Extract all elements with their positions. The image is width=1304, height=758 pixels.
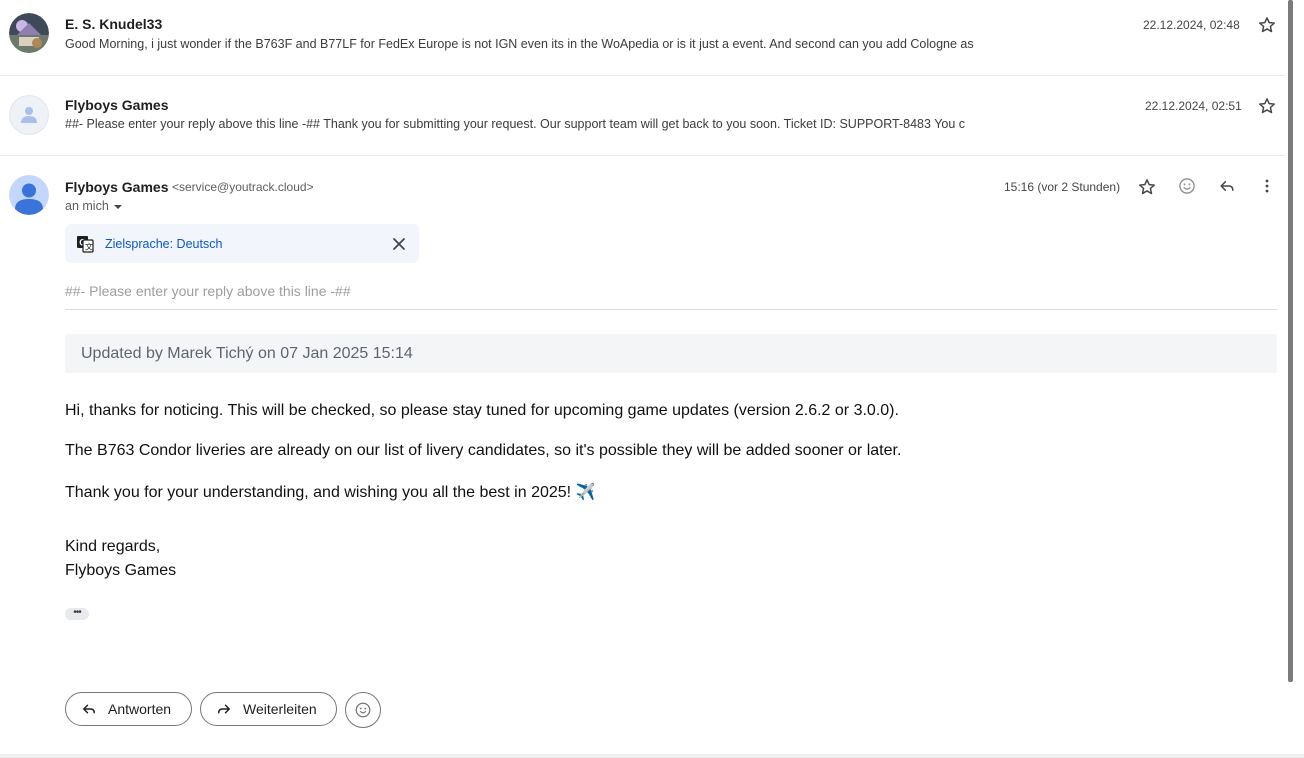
forward-icon [215, 700, 233, 718]
more-vert-icon[interactable] [1257, 176, 1277, 196]
close-icon[interactable] [390, 235, 408, 253]
divider [65, 309, 1277, 310]
sender-name: Flyboys Games [65, 179, 169, 195]
bottom-edge [0, 754, 1304, 758]
sender-name: E. S. Knudel33 [65, 16, 163, 32]
emoji-icon[interactable] [1177, 176, 1197, 196]
reply-icon[interactable] [1217, 176, 1237, 196]
show-trimmed-content-button[interactable]: ••• [65, 608, 89, 620]
email-thread: E. S. Knudel33 Good Morning, i just wond… [0, 0, 1285, 758]
translate-language-link[interactable]: Zielsprache: Deutsch [105, 237, 222, 251]
message-snippet: ##- Please enter your reply above this l… [65, 117, 966, 131]
sender-name: Flyboys Games [65, 97, 169, 113]
reply-icon [80, 700, 98, 718]
avatar [9, 95, 49, 135]
star-icon[interactable] [1257, 96, 1277, 116]
star-icon[interactable] [1257, 15, 1277, 35]
expanded-message: Flyboys Games <service@youtrack.cloud> a… [0, 156, 1285, 758]
update-header-text: Updated by Marek Tichý on 07 Jan 2025 15… [81, 345, 413, 362]
signature-name: Flyboys Games [65, 562, 177, 579]
message-date: 22.12.2024, 02:51 [1145, 99, 1242, 113]
star-icon[interactable] [1137, 177, 1157, 197]
body-paragraph: The B763 Condor liveries are already on … [65, 442, 902, 459]
sender-email: <service@youtrack.cloud> [172, 180, 314, 194]
reply-separator-text: ##- Please enter your reply above this l… [65, 283, 351, 299]
scrollbar[interactable] [1288, 0, 1293, 682]
emoji-reaction-button[interactable] [345, 692, 381, 728]
avatar [9, 13, 49, 53]
chevron-down-icon[interactable] [112, 200, 124, 212]
forward-button[interactable]: Weiterleiten [200, 692, 337, 726]
signature-greeting: Kind regards, [65, 538, 161, 555]
recipient-label: an mich [65, 199, 109, 213]
message-time: 15:16 (vor 2 Stunden) [1004, 180, 1121, 194]
body-paragraph: Hi, thanks for noticing. This will be ch… [65, 402, 899, 419]
reply-button-label: Antworten [108, 701, 172, 717]
message-snippet: Good Morning, i just wonder if the B763F… [65, 37, 974, 51]
reply-button[interactable]: Antworten [65, 692, 192, 726]
message-date: 22.12.2024, 02:48 [1143, 18, 1240, 32]
avatar [9, 175, 49, 215]
translate-bar: G 文 Zielsprache: Deutsch [65, 224, 419, 263]
collapsed-message[interactable]: Flyboys Games ##- Please enter your repl… [0, 75, 1285, 156]
svg-text:文: 文 [85, 242, 93, 252]
collapsed-message[interactable]: E. S. Knudel33 Good Morning, i just wond… [0, 0, 1285, 76]
update-header-box: Updated by Marek Tichý on 07 Jan 2025 15… [65, 334, 1277, 373]
body-paragraph: Thank you for your understanding, and wi… [65, 484, 596, 501]
forward-button-label: Weiterleiten [243, 701, 317, 717]
translate-icon: G 文 [76, 235, 94, 253]
